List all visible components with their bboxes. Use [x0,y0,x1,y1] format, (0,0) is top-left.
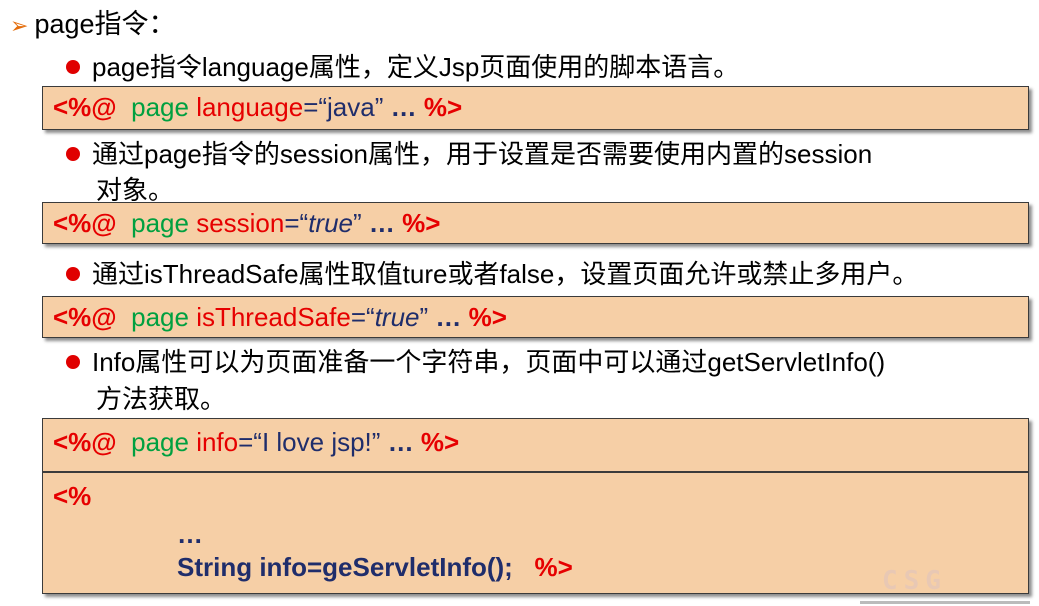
bullet-dot-icon [66,60,80,75]
section-heading: ➢ page指令： [10,2,176,41]
scriptlet-ellipsis: … [177,519,203,549]
statement-text: String info=geServletInfo(); [177,552,513,582]
bullet-text: 通过isThreadSafe属性取值ture或者false，设置页面允许或禁止多… [92,259,919,289]
attr-eq: = [238,427,254,457]
attr-eq: = [284,208,300,238]
code-box-info: <%@ page info=“I love jsp!” … %> <% … St… [42,418,1029,594]
quote-close: ” [419,302,429,332]
quote-open: “ [366,302,375,332]
code-box-language: <%@ page language=“java” … %> [42,86,1029,130]
directive-page: page [131,208,189,238]
bullet-dot-icon [66,267,80,282]
directive-close: %> [402,208,441,238]
scriptlet-statement: String info=geServletInfo(); %> [177,552,573,583]
attr-eq: = [303,92,319,122]
attr-value: “java” [318,92,384,122]
attr-name: session [196,208,285,238]
arrow-bullet-icon: ➢ [10,13,29,38]
code-line: <%@ page session=“true” … %> [53,208,440,239]
code-line: <%@ page language=“java” … %> [53,92,462,123]
ellipsis: … [390,92,417,122]
attr-value: true [374,302,420,332]
attr-name: language [196,92,304,122]
bullet-text: Info属性可以为页面准备一个字符串，页面中可以通过getServletInfo… [92,347,886,377]
code-box-session: <%@ page session=“true” … %> [42,202,1029,244]
directive-close: %> [420,427,460,457]
directive-page: page [131,302,189,332]
code-line: <%@ page info=“I love jsp!” … %> [53,427,459,458]
attr-eq: = [350,302,367,332]
code-divider [43,471,1028,473]
bullet-item-session: 通过page指令的session属性，用于设置是否需要使用内置的session [66,140,872,169]
code-line: <%@ page isThreadSafe=“true” … %> [53,302,507,333]
quote-open: “ [299,208,309,238]
directive-page: page [131,427,189,457]
directive-open: <%@ [53,208,117,238]
bullet-item-info: Info属性可以为页面准备一个字符串，页面中可以通过getServletInfo… [66,348,885,377]
directive-page: page [131,92,189,122]
directive-open: <%@ [53,92,117,122]
ellipsis: … [435,302,462,332]
bullet-dot-icon [66,147,80,162]
bullet-text: 通过page指令的session属性，用于设置是否需要使用内置的session [92,139,873,169]
ellipsis: … [368,208,395,238]
attr-value: true [308,208,354,238]
bullet-dot-icon [66,355,80,370]
directive-open: <%@ [53,427,117,457]
watermark-logo: CSG [882,566,947,596]
directive-close: %> [468,302,507,332]
attr-name: isThreadSafe [196,302,351,332]
directive-open: <%@ [53,302,117,332]
scriptlet-open: <% [53,481,92,511]
bullet-text: page指令language属性，定义Jsp页面使用的脚本语言。 [92,52,740,82]
directive-close: %> [423,92,463,122]
attr-value: “I love jsp!” [253,427,381,457]
ellipsis: … [387,427,414,457]
code-box-threadsafe: <%@ page isThreadSafe=“true” … %> [42,296,1029,338]
footer-rule [860,601,1030,604]
heading-text: page指令： [34,9,176,39]
attr-name: info [196,427,239,457]
bullet-item-language: page指令language属性，定义Jsp页面使用的脚本语言。 [66,53,739,82]
bullet-continuation: 方法获取。 [96,384,227,414]
scriptlet-close: %> [534,552,573,582]
quote-close: ” [353,208,362,238]
bullet-item-threadsafe: 通过isThreadSafe属性取值ture或者false，设置页面允许或禁止多… [66,260,918,289]
